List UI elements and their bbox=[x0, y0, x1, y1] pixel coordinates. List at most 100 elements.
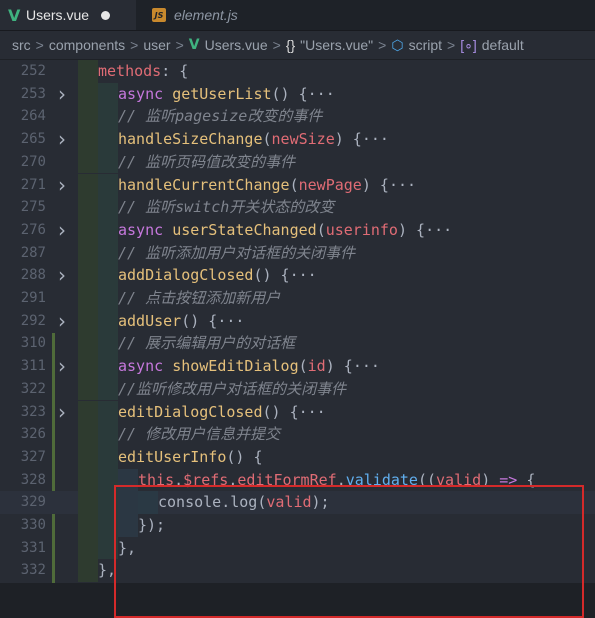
breadcrumb-item-components[interactable]: components bbox=[49, 37, 125, 53]
code-text: handleCurrentChange(newPage) {··· bbox=[118, 175, 417, 194]
fold-chevron-icon[interactable]: › bbox=[58, 82, 66, 106]
code-line[interactable]: 291 // 点击按钮添加新用户 bbox=[0, 287, 595, 310]
tab-bar: V Users.vue JS element.js bbox=[0, 0, 595, 31]
fold-chevron-icon[interactable]: › bbox=[58, 128, 66, 151]
tab-users-vue[interactable]: V Users.vue bbox=[0, 0, 136, 30]
code-text: addDialogClosed() {··· bbox=[118, 266, 317, 285]
line-number: 292 bbox=[20, 312, 46, 329]
code-text: handleSizeChange(newSize) {··· bbox=[118, 130, 389, 149]
indent-guide bbox=[78, 150, 98, 174]
line-number: 252 bbox=[20, 63, 46, 79]
code-line[interactable]: 326 // 修改用户信息并提交 bbox=[0, 423, 595, 446]
code-editor[interactable]: 252 methods: {253 › async getUserList() {··… bbox=[0, 60, 595, 618]
fold-chevron-icon[interactable]: › bbox=[58, 400, 66, 424]
indent-guide bbox=[78, 196, 98, 219]
chevron-right-icon: > bbox=[447, 37, 456, 53]
tab-label: Users.vue bbox=[26, 7, 90, 23]
code-line[interactable]: 265 › handleSizeChange(newSize) {··· bbox=[0, 128, 595, 151]
js-icon: JS bbox=[152, 8, 166, 22]
line-number: 327 bbox=[20, 448, 46, 465]
code-text: // 监听switch开关状态的改变 bbox=[118, 198, 335, 217]
code-line[interactable]: 310 // 展示编辑用户的对话框 bbox=[0, 332, 595, 356]
indent-guide bbox=[98, 332, 118, 356]
breadcrumb-item-user[interactable]: user bbox=[143, 37, 170, 53]
indent-guide bbox=[78, 514, 98, 537]
indent-guide bbox=[98, 445, 118, 469]
line-number: 310 bbox=[20, 335, 46, 352]
code-line[interactable]: 322 //监听修改用户对话框的关闭事件 bbox=[0, 377, 595, 401]
braces-icon: {} bbox=[285, 37, 296, 53]
indent-guide bbox=[98, 400, 118, 424]
code-text: addUser() {··· bbox=[118, 311, 245, 330]
fold-chevron-icon[interactable]: › bbox=[58, 219, 66, 242]
breadcrumb-item-src[interactable]: src bbox=[12, 37, 31, 53]
code-line[interactable]: 253 › async getUserList() {··· bbox=[0, 82, 595, 106]
line-number: 328 bbox=[20, 471, 46, 488]
indent-guide bbox=[78, 264, 98, 287]
code-line[interactable]: 275 // 监听switch开关状态的改变 bbox=[0, 196, 595, 219]
code-line[interactable]: 287 // 监听添加用户对话框的关闭事件 bbox=[0, 241, 595, 265]
code-line[interactable]: 271 › handleCurrentChange(newPage) {··· bbox=[0, 173, 595, 197]
unsaved-dot-icon[interactable] bbox=[101, 10, 111, 20]
chevron-right-icon: > bbox=[175, 37, 184, 53]
indent-guide bbox=[98, 196, 118, 219]
breadcrumb-item-script[interactable]: script bbox=[409, 37, 442, 53]
fold-chevron-icon[interactable]: › bbox=[58, 355, 66, 378]
indent-guide bbox=[78, 332, 98, 356]
indent-guide bbox=[78, 105, 98, 129]
fold-chevron-icon[interactable]: › bbox=[58, 173, 66, 197]
code-text: // 点击按钮添加新用户 bbox=[118, 289, 281, 307]
code-line[interactable]: 288 › addDialogClosed() {··· bbox=[0, 264, 595, 287]
code-text: // 修改用户信息并提交 bbox=[118, 425, 281, 444]
breadcrumb-item-file[interactable]: Users.vue bbox=[205, 37, 268, 53]
breadcrumb-item-module[interactable]: "Users.vue" bbox=[300, 37, 373, 53]
line-number: 311 bbox=[20, 358, 46, 375]
line-number: 326 bbox=[20, 426, 46, 443]
indent-guide bbox=[78, 423, 98, 446]
vue-icon: V bbox=[188, 37, 200, 53]
line-number: 265 bbox=[20, 131, 46, 148]
code-text: async getUserList() {··· bbox=[118, 84, 335, 103]
code-line[interactable]: 252 methods: { bbox=[0, 60, 595, 83]
vue-icon: V bbox=[8, 5, 21, 25]
code-line[interactable]: 276 › async userStateChanged(userinfo) {··… bbox=[0, 219, 595, 242]
breadcrumb: src > components > user > V Users.vue > … bbox=[0, 31, 595, 59]
indent-guide bbox=[98, 128, 118, 151]
indent-guide bbox=[78, 82, 98, 106]
indent-guide bbox=[78, 400, 98, 424]
indent-guide bbox=[98, 377, 118, 401]
fold-chevron-icon[interactable]: › bbox=[58, 309, 66, 333]
line-number: 291 bbox=[20, 290, 46, 306]
code-line[interactable]: 270 // 监听页码值改变的事件 bbox=[0, 150, 595, 174]
code-line[interactable]: 292 › addUser() {··· bbox=[0, 309, 595, 333]
code-text: // 监听页码值改变的事件 bbox=[118, 152, 296, 171]
line-number: 264 bbox=[20, 108, 46, 125]
line-number: 330 bbox=[20, 517, 46, 533]
indent-guide bbox=[78, 559, 98, 583]
code-line[interactable]: 311 › async showEditDialog(id) {··· bbox=[0, 355, 595, 378]
indent-guide bbox=[78, 128, 98, 151]
code-text: //监听修改用户对话框的关闭事件 bbox=[118, 379, 347, 398]
code-text: // 监听pagesize改变的事件 bbox=[118, 107, 323, 126]
indent-guide bbox=[78, 241, 98, 265]
fold-chevron-icon[interactable]: › bbox=[58, 264, 66, 287]
indent-guide bbox=[78, 287, 98, 310]
indent-guide bbox=[78, 355, 98, 378]
tab-element-js[interactable]: JS element.js bbox=[140, 0, 280, 30]
indent-guide bbox=[98, 355, 118, 378]
chevron-right-icon: > bbox=[272, 37, 281, 53]
code-line[interactable]: 327 editUserInfo() { bbox=[0, 445, 595, 469]
line-number: 276 bbox=[20, 221, 46, 238]
code-text: // 监听添加用户对话框的关闭事件 bbox=[118, 243, 356, 262]
indent-guide bbox=[78, 536, 98, 560]
code-text: editDialogClosed() {··· bbox=[118, 402, 326, 421]
brackets-icon: [∘] bbox=[460, 36, 477, 53]
indent-guide bbox=[98, 241, 118, 265]
indent-guide bbox=[98, 105, 118, 129]
code-line[interactable]: 323 › editDialogClosed() {··· bbox=[0, 400, 595, 424]
code-line[interactable]: 264 // 监听pagesize改变的事件 bbox=[0, 105, 595, 129]
line-number: 331 bbox=[20, 539, 46, 556]
cube-icon: ⬡ bbox=[391, 36, 404, 53]
code-text: // 展示编辑用户的对话框 bbox=[118, 334, 296, 353]
breadcrumb-item-default[interactable]: default bbox=[482, 37, 524, 53]
